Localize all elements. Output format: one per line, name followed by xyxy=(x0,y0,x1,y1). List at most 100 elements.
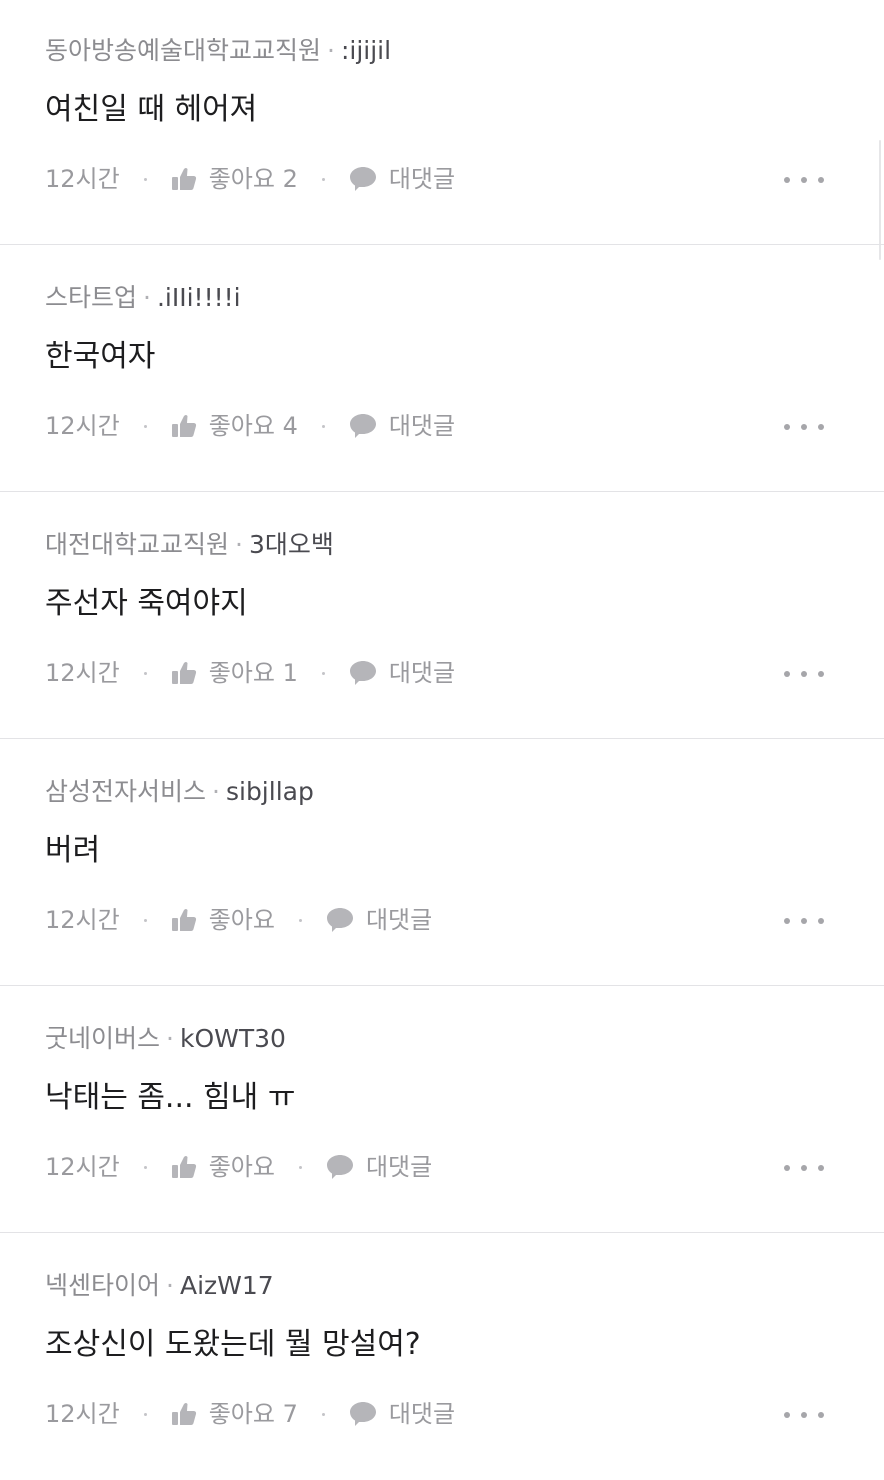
comment-item: 동아방송예술대학교교직원 ·:ijijil 여친일 때 헤어져 12시간 좋아요 … xyxy=(0,0,884,245)
like-label: 좋아요 1 xyxy=(208,659,298,687)
comment-text: 여친일 때 헤어져 xyxy=(45,92,258,127)
meta-separator xyxy=(143,671,147,675)
meta-separator xyxy=(321,671,325,675)
author-company: 대전대학교교직원 xyxy=(45,530,230,559)
comment-text: 버려 xyxy=(45,833,101,868)
speech-bubble-icon xyxy=(349,414,376,438)
comment-meta: 12시간 좋아요 7 대댓글 xyxy=(45,1396,845,1432)
more-options-button[interactable] xyxy=(784,1158,824,1178)
reply-button[interactable]: 대댓글 xyxy=(326,1149,432,1185)
comment-author[interactable]: 스타트업 · .iIIi!!!!i xyxy=(45,281,241,315)
comment-author[interactable]: 삼성전자서비스 · sibjllap xyxy=(45,775,314,809)
speech-bubble-icon xyxy=(349,167,376,191)
comment-author[interactable]: 대전대학교교직원 · 3대오백 xyxy=(45,528,334,562)
comment-meta: 12시간 좋아요 대댓글 xyxy=(45,902,845,938)
reply-label: 대댓글 xyxy=(388,412,456,440)
like-label: 좋아요 2 xyxy=(208,165,298,193)
more-options-button[interactable] xyxy=(784,664,824,684)
reply-button[interactable]: 대댓글 xyxy=(349,1396,455,1432)
comment-time: 12시간 xyxy=(45,906,120,934)
more-dot xyxy=(818,918,824,924)
reply-label: 대댓글 xyxy=(365,906,433,934)
like-button[interactable]: 좋아요 4 xyxy=(171,408,298,444)
author-company: 동아방송예술대학교교직원 xyxy=(45,36,322,65)
comment-text: 조상신이 도왔는데 뭘 망설여? xyxy=(45,1327,421,1362)
thumbs-up-icon xyxy=(171,1403,196,1425)
reply-button[interactable]: 대댓글 xyxy=(349,161,455,197)
more-dots-icon xyxy=(784,177,790,183)
reply-button[interactable]: 대댓글 xyxy=(326,902,432,938)
author-separator: · xyxy=(166,1024,174,1053)
thumbs-up-icon xyxy=(171,168,196,190)
reply-label: 대댓글 xyxy=(388,1400,456,1428)
speech-bubble-icon xyxy=(349,1402,376,1426)
thumbs-up-icon xyxy=(171,909,196,931)
comment-author[interactable]: 동아방송예술대학교교직원 ·:ijijil xyxy=(45,34,391,68)
comment-meta: 12시간 좋아요 1 대댓글 xyxy=(45,655,845,691)
comment-time: 12시간 xyxy=(45,1153,120,1181)
author-company: 삼성전자서비스 xyxy=(45,777,207,806)
meta-separator xyxy=(143,918,147,922)
thumbs-up-icon xyxy=(171,1156,196,1178)
comment-time: 12시간 xyxy=(45,1400,120,1428)
like-label: 좋아요 xyxy=(208,906,275,934)
comment-time: 12시간 xyxy=(45,412,120,440)
more-dot xyxy=(818,177,824,183)
like-label: 좋아요 xyxy=(208,1153,275,1181)
more-dots-icon xyxy=(784,1165,790,1171)
more-dot xyxy=(801,1412,807,1418)
comment-meta: 12시간 좋아요 4 대댓글 xyxy=(45,408,845,444)
meta-separator xyxy=(143,424,147,428)
author-separator: · xyxy=(143,283,151,312)
more-options-button[interactable] xyxy=(784,911,824,931)
like-label: 좋아요 7 xyxy=(208,1400,298,1428)
more-dots-icon xyxy=(784,918,790,924)
comment-meta: 12시간 좋아요 2 대댓글 xyxy=(45,161,845,197)
comment-author[interactable]: 굿네이버스 · kOWT30 xyxy=(45,1022,286,1056)
like-button[interactable]: 좋아요 7 xyxy=(171,1396,298,1432)
more-dot xyxy=(818,671,824,677)
more-dots-icon xyxy=(784,1412,790,1418)
comment-item: 넥센타이어 · AizW17 조상신이 도왔는데 뭘 망설여? 12시간 좋아요 7… xyxy=(0,1233,884,1480)
author-nickname: sibjllap xyxy=(225,777,314,806)
more-options-button[interactable] xyxy=(784,1405,824,1425)
author-company: 넥센타이어 xyxy=(45,1271,161,1300)
reply-button[interactable]: 대댓글 xyxy=(349,408,455,444)
author-company: 스타트업 xyxy=(45,283,138,312)
reply-button[interactable]: 대댓글 xyxy=(349,655,455,691)
more-options-button[interactable] xyxy=(784,417,824,437)
author-separator: · xyxy=(166,1271,174,1300)
meta-separator xyxy=(143,1412,147,1416)
comment-text: 한국여자 xyxy=(45,339,156,374)
author-company: 굿네이버스 xyxy=(45,1024,161,1053)
author-nickname: :ijijil xyxy=(340,36,392,65)
like-button[interactable]: 좋아요 xyxy=(171,1149,275,1185)
more-dot xyxy=(801,671,807,677)
more-dots-icon xyxy=(784,671,790,677)
speech-bubble-icon xyxy=(326,908,353,932)
more-dot xyxy=(801,1165,807,1171)
author-nickname: kOWT30 xyxy=(179,1024,286,1053)
comment-item: 스타트업 · .iIIi!!!!i 한국여자 12시간 좋아요 4 대댓글 xyxy=(0,245,884,492)
speech-bubble-icon xyxy=(349,661,376,685)
thumbs-up-icon xyxy=(171,662,196,684)
thumbs-up-icon xyxy=(171,415,196,437)
meta-separator xyxy=(298,918,302,922)
like-button[interactable]: 좋아요 xyxy=(171,902,275,938)
more-options-button[interactable] xyxy=(784,170,824,190)
reply-label: 대댓글 xyxy=(388,659,456,687)
comment-time: 12시간 xyxy=(45,659,120,687)
author-separator: · xyxy=(212,777,220,806)
more-dot xyxy=(801,424,807,430)
like-button[interactable]: 좋아요 2 xyxy=(171,161,298,197)
like-label: 좋아요 4 xyxy=(208,412,298,440)
more-dot xyxy=(818,424,824,430)
meta-separator xyxy=(143,177,147,181)
author-nickname: AizW17 xyxy=(179,1271,274,1300)
speech-bubble-icon xyxy=(326,1155,353,1179)
more-dot xyxy=(818,1165,824,1171)
meta-separator xyxy=(298,1165,302,1169)
reply-label: 대댓글 xyxy=(365,1153,433,1181)
like-button[interactable]: 좋아요 1 xyxy=(171,655,298,691)
comment-author[interactable]: 넥센타이어 · AizW17 xyxy=(45,1269,274,1303)
